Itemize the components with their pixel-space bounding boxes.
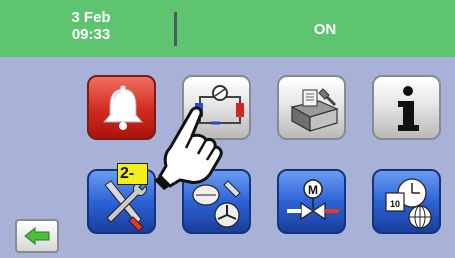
service-button[interactable] bbox=[277, 75, 346, 140]
back-arrow-icon bbox=[24, 226, 50, 246]
date-text: 3 Feb bbox=[71, 9, 111, 26]
svg-text:10: 10 bbox=[390, 199, 400, 209]
back-button[interactable] bbox=[15, 219, 59, 253]
info-icon bbox=[398, 86, 419, 131]
unit-status: ON bbox=[313, 21, 337, 38]
information-button[interactable] bbox=[372, 75, 441, 140]
motor-valve-icon: M bbox=[287, 179, 339, 221]
header-divider bbox=[174, 12, 177, 46]
service-toolbox-icon bbox=[290, 88, 339, 133]
status-header: 3 Feb 09:33 ON bbox=[0, 0, 455, 57]
pointing-hand-icon bbox=[154, 106, 223, 190]
controller-screen: 3 Feb 09:33 ON M 10 2- bbox=[0, 0, 455, 258]
calendar-clock-network-icon: 10 bbox=[385, 178, 432, 229]
time-text: 09:33 bbox=[71, 26, 111, 43]
svg-text:M: M bbox=[308, 183, 318, 197]
date-time-display: 3 Feb 09:33 bbox=[62, 9, 120, 43]
motor-valve-button[interactable]: M bbox=[277, 169, 346, 234]
scheduler-network-button[interactable]: 10 bbox=[372, 169, 441, 234]
